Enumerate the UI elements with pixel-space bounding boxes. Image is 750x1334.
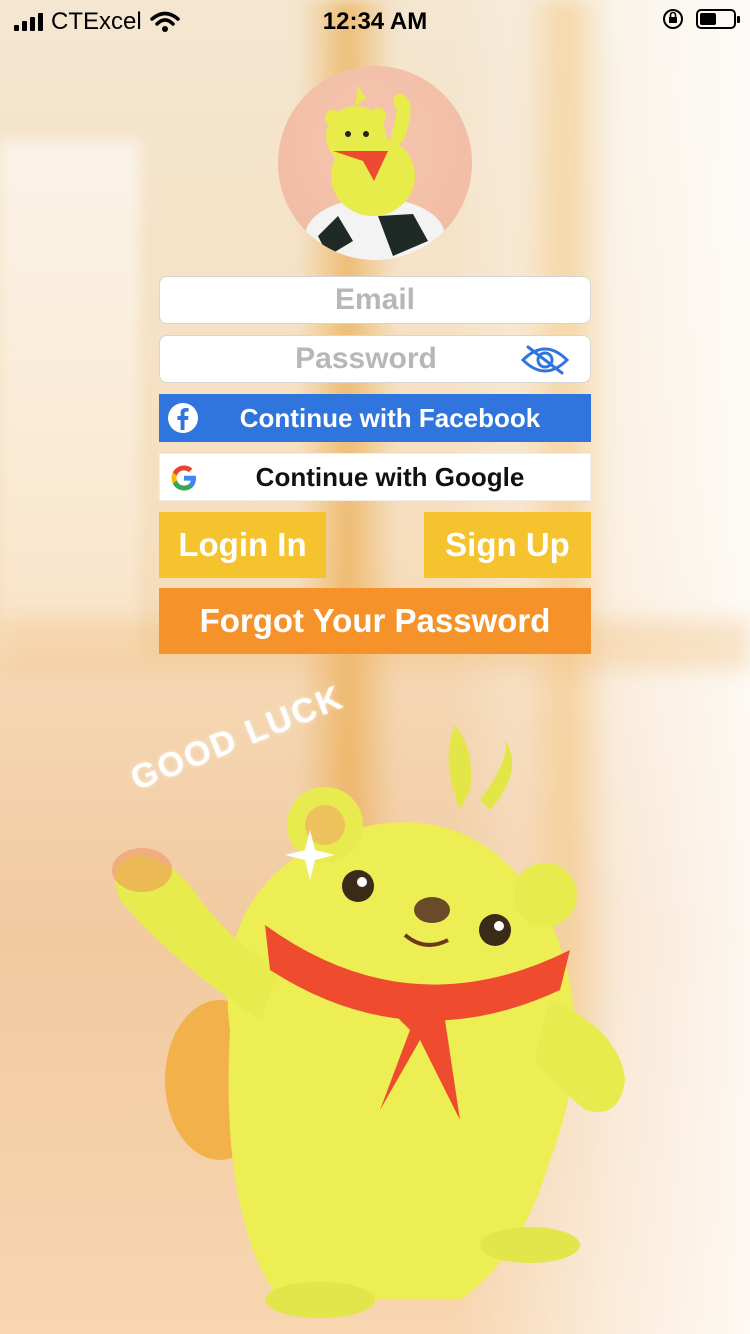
google-icon (171, 465, 196, 491)
forgot-password-button[interactable]: Forgot Your Password (159, 588, 591, 654)
status-time: 12:34 AM (322, 8, 428, 35)
google-login-label: Continue with Google (255, 461, 525, 492)
facebook-icon (168, 403, 198, 433)
password-field[interactable] (159, 335, 591, 383)
email-input[interactable] (160, 282, 590, 318)
facebook-login-button[interactable]: Continue with Facebook (159, 394, 591, 442)
bear-mascot-avatar-icon (305, 86, 445, 260)
facebook-login-label: Continue with Facebook (239, 402, 541, 433)
status-right (662, 8, 740, 30)
eye-slash-icon[interactable] (520, 344, 570, 376)
avatar[interactable] (278, 66, 472, 260)
bear-mascot-illustration (112, 725, 625, 1318)
login-button[interactable]: Login In (159, 512, 326, 578)
orientation-lock-icon (663, 9, 683, 29)
google-login-button[interactable]: Continue with Google (159, 453, 591, 501)
battery-icon (696, 9, 740, 29)
background-window (0, 140, 140, 660)
status-bar: CTExcel 12:34 AM (0, 0, 750, 42)
email-field[interactable] (159, 276, 591, 324)
signup-button[interactable]: Sign Up (424, 512, 591, 578)
